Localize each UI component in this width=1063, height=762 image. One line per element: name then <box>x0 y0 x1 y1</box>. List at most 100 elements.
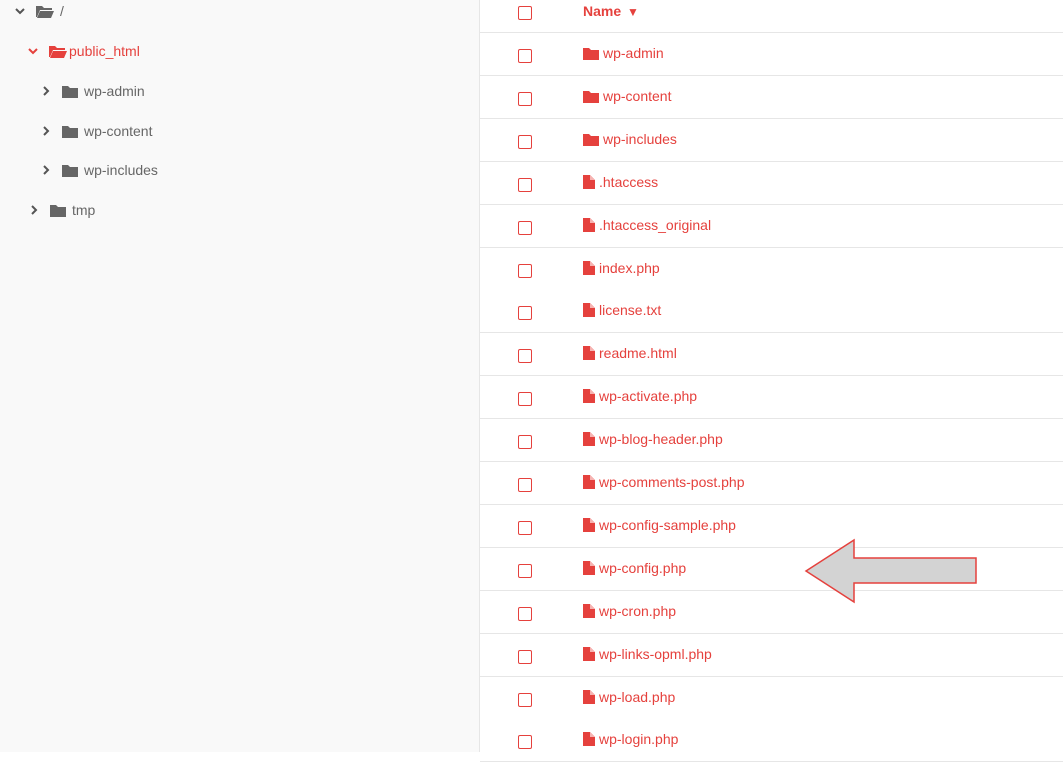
file-name: .htaccess_original <box>599 217 712 233</box>
table-row[interactable]: index.php <box>480 248 1063 291</box>
row-checkbox[interactable] <box>518 435 532 449</box>
tree-label-wp-includes: wp-includes <box>84 162 158 178</box>
row-checkbox[interactable] <box>518 178 532 192</box>
table-row[interactable]: wp-login.php <box>480 719 1063 762</box>
row-checkbox[interactable] <box>518 392 532 406</box>
file-link[interactable]: wp-comments-post.php <box>583 474 745 490</box>
file-icon <box>583 389 595 403</box>
file-icon <box>583 218 595 232</box>
file-icon <box>583 261 595 275</box>
table-row[interactable]: wp-load.php <box>480 677 1063 720</box>
row-checkbox[interactable] <box>518 607 532 621</box>
row-checkbox[interactable] <box>518 306 532 320</box>
folder-link[interactable]: wp-admin <box>583 45 664 61</box>
row-checkbox[interactable] <box>518 49 532 63</box>
row-checkbox[interactable] <box>518 693 532 707</box>
file-name: wp-admin <box>603 45 664 61</box>
file-link[interactable]: wp-load.php <box>583 689 675 705</box>
file-name: wp-activate.php <box>599 388 698 404</box>
row-checkbox[interactable] <box>518 135 532 149</box>
file-name: wp-content <box>603 88 672 104</box>
folder-link[interactable]: wp-includes <box>583 131 677 147</box>
file-name: license.txt <box>599 302 662 318</box>
file-link[interactable]: wp-activate.php <box>583 388 697 404</box>
file-name: .htaccess <box>599 174 659 190</box>
table-row[interactable]: wp-links-opml.php <box>480 634 1063 677</box>
file-icon <box>583 175 595 189</box>
file-list: Name ▼ wp-admin wp-content wp-includes .hta… <box>480 0 1063 762</box>
file-link[interactable]: .htaccess <box>583 174 658 190</box>
file-icon <box>583 475 595 489</box>
chevron-right-icon[interactable] <box>28 204 40 216</box>
file-link[interactable]: wp-blog-header.php <box>583 431 723 447</box>
tree-node-tmp[interactable]: tmp <box>28 199 95 221</box>
file-link[interactable]: index.php <box>583 260 660 276</box>
file-name: readme.html <box>599 345 677 361</box>
row-checkbox[interactable] <box>518 349 532 363</box>
tree-label-root: / <box>60 3 64 19</box>
row-checkbox[interactable] <box>518 92 532 106</box>
file-name: wp-config-sample.php <box>599 517 736 533</box>
file-icon <box>583 518 595 532</box>
file-link[interactable]: wp-links-opml.php <box>583 646 712 662</box>
tree-label-wp-content: wp-content <box>84 123 153 139</box>
row-checkbox[interactable] <box>518 478 532 492</box>
file-name: wp-includes <box>603 131 677 147</box>
table-row[interactable]: wp-includes <box>480 119 1063 162</box>
folder-icon <box>583 90 599 103</box>
table-row[interactable]: .htaccess_original <box>480 205 1063 248</box>
sort-by-name-button[interactable]: Name ▼ <box>583 3 639 19</box>
tree-node-public-html[interactable]: public_html <box>27 40 140 62</box>
file-name: wp-login.php <box>599 731 679 747</box>
select-all-checkbox[interactable] <box>518 6 532 20</box>
column-header-name: Name <box>583 3 622 19</box>
folder-icon <box>62 85 78 98</box>
file-link[interactable]: license.txt <box>583 302 661 318</box>
table-row[interactable]: wp-content <box>480 76 1063 119</box>
file-name: wp-cron.php <box>599 603 677 619</box>
tree-label-public-html: public_html <box>69 43 140 59</box>
file-name: wp-blog-header.php <box>599 431 723 447</box>
tree-node-root[interactable]: / <box>14 0 64 22</box>
file-link[interactable]: wp-login.php <box>583 731 678 747</box>
file-link[interactable]: .htaccess_original <box>583 217 711 233</box>
chevron-down-icon[interactable] <box>27 45 39 57</box>
table-row[interactable]: readme.html <box>480 333 1063 376</box>
file-icon <box>583 346 595 360</box>
table-row[interactable]: license.txt <box>480 290 1063 333</box>
chevron-right-icon[interactable] <box>40 125 52 137</box>
tree-label-tmp: tmp <box>72 202 96 218</box>
row-checkbox[interactable] <box>518 221 532 235</box>
tree-node-wp-content[interactable]: wp-content <box>40 120 152 142</box>
file-link[interactable]: wp-config-sample.php <box>583 517 736 533</box>
folder-open-icon <box>49 45 67 58</box>
table-row[interactable]: .htaccess <box>480 162 1063 205</box>
tree-label-wp-admin: wp-admin <box>84 83 145 99</box>
table-row[interactable]: wp-blog-header.php <box>480 419 1063 462</box>
row-checkbox[interactable] <box>518 264 532 278</box>
folder-icon <box>62 164 78 177</box>
row-checkbox[interactable] <box>518 521 532 535</box>
row-checkbox[interactable] <box>518 650 532 664</box>
chevron-down-icon[interactable] <box>14 5 26 17</box>
chevron-right-icon[interactable] <box>40 164 52 176</box>
file-link[interactable]: wp-cron.php <box>583 603 676 619</box>
file-link[interactable]: wp-config.php <box>583 560 686 576</box>
table-row[interactable]: wp-activate.php <box>480 376 1063 419</box>
file-icon <box>583 732 595 746</box>
file-name: wp-config.php <box>599 560 687 576</box>
chevron-right-icon[interactable] <box>40 85 52 97</box>
file-link[interactable]: readme.html <box>583 345 677 361</box>
file-list-header: Name ▼ <box>480 0 1063 34</box>
tree-node-wp-includes[interactable]: wp-includes <box>40 159 158 181</box>
table-row[interactable]: wp-comments-post.php <box>480 462 1063 505</box>
file-icon <box>583 561 595 575</box>
table-row[interactable]: wp-admin <box>480 33 1063 76</box>
sort-descending-icon: ▼ <box>627 5 639 19</box>
file-name: wp-links-opml.php <box>599 646 712 662</box>
row-checkbox[interactable] <box>518 735 532 749</box>
folder-link[interactable]: wp-content <box>583 88 671 104</box>
tree-node-wp-admin[interactable]: wp-admin <box>40 80 145 102</box>
file-icon <box>583 690 595 704</box>
row-checkbox[interactable] <box>518 564 532 578</box>
